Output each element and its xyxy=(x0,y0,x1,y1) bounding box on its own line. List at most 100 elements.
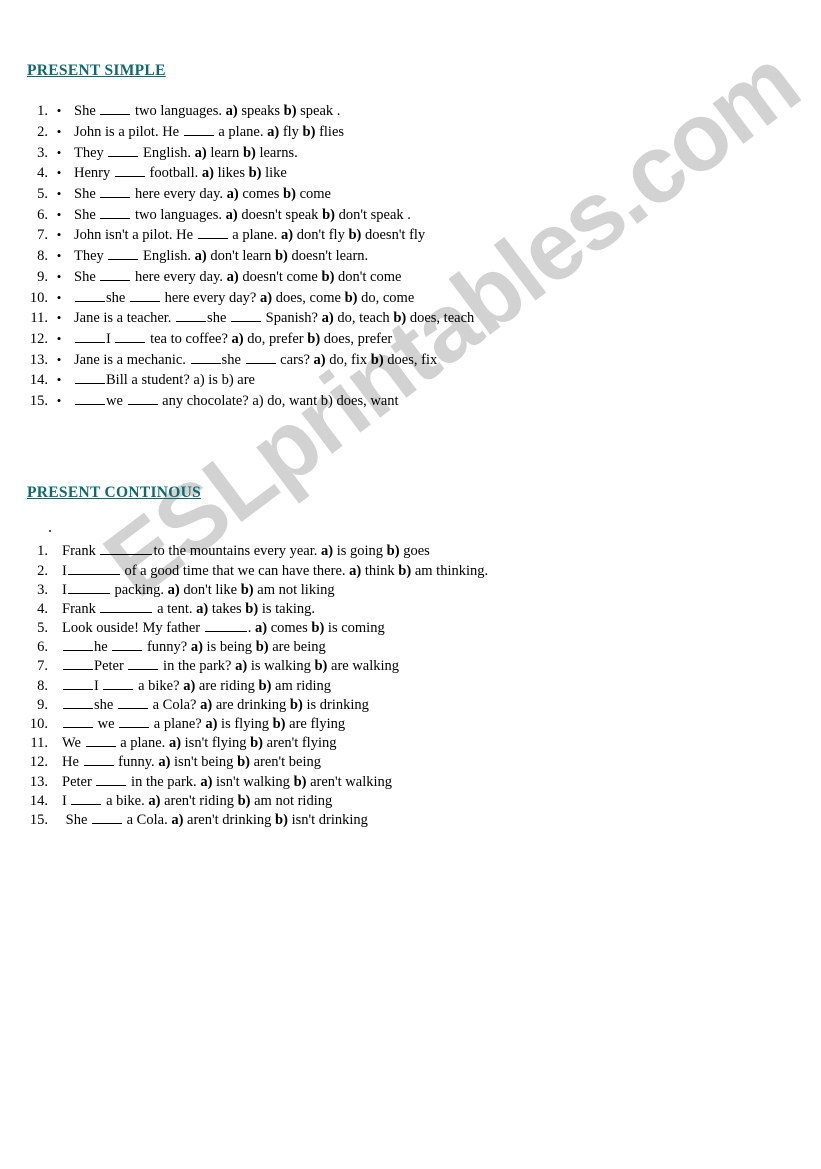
answer-blank[interactable] xyxy=(204,618,247,633)
question-number: 13. xyxy=(29,351,48,368)
option-marker: a) xyxy=(190,639,203,656)
answer-blank[interactable] xyxy=(129,287,160,302)
answer-blank[interactable] xyxy=(100,184,131,199)
option-marker: b) xyxy=(321,268,335,285)
option-marker: a) xyxy=(226,268,239,285)
answer-blank[interactable] xyxy=(115,329,146,343)
answer-blank[interactable] xyxy=(100,599,153,613)
answer-blank[interactable] xyxy=(71,790,102,805)
option-marker: a) xyxy=(226,186,239,203)
option-marker: b) xyxy=(258,677,272,694)
option-marker: b) xyxy=(272,716,286,733)
answer-blank[interactable] xyxy=(100,541,153,556)
option-marker: a) xyxy=(255,620,268,637)
question-body: she here every day? a) does, come b) do,… xyxy=(74,290,414,306)
option-marker: b) xyxy=(237,754,250,771)
question-text-fragment: is coming xyxy=(324,620,385,637)
answer-blank[interactable] xyxy=(231,308,262,323)
option-marker: b) xyxy=(314,658,328,675)
answer-blank[interactable] xyxy=(63,656,93,671)
question-text-fragment: here every day. xyxy=(131,186,227,203)
option-marker: a) xyxy=(231,330,244,347)
answer-blank[interactable] xyxy=(127,391,158,405)
answer-blank[interactable] xyxy=(75,287,105,302)
question-body: Jane is a teacher. she Spanish? a) do, t… xyxy=(74,310,474,326)
answer-blank[interactable] xyxy=(85,733,116,748)
question-item: 10. we a plane? a) is flying b) are flyi… xyxy=(0,714,488,733)
question-body: Look ouside! My father . a) comes b) is … xyxy=(62,620,385,636)
question-text-fragment: Jane is a teacher. xyxy=(74,310,176,327)
question-text-fragment: I xyxy=(94,677,103,694)
question-text-fragment: are drinking xyxy=(212,696,290,713)
question-item: 12. • I tea to coffee? a) do, prefer b) do… xyxy=(0,329,474,350)
bullet-icon: • xyxy=(56,144,62,160)
answer-blank[interactable] xyxy=(92,810,122,824)
question-text-fragment: aren't drinking xyxy=(183,811,276,828)
question-body: I a bike. a) aren't riding b) am not rid… xyxy=(62,793,332,809)
question-text-fragment: do, teach xyxy=(333,310,394,327)
question-body: She two languages. a) speaks b) speak . xyxy=(74,103,340,119)
question-text-fragment: am riding xyxy=(271,677,332,694)
question-number: 6. xyxy=(37,639,48,656)
question-number: 8. xyxy=(37,248,48,265)
answer-blank[interactable] xyxy=(190,349,221,364)
question-text-fragment: don't learn xyxy=(206,248,275,265)
answer-blank[interactable] xyxy=(63,675,93,690)
question-text-fragment: Jane is a mechanic. xyxy=(74,351,190,368)
answer-blank[interactable] xyxy=(128,656,159,671)
question-item: 14. • Bill a student? a) is b) are xyxy=(0,370,474,391)
answer-blank[interactable] xyxy=(75,329,105,343)
question-text-fragment: John is a pilot. He xyxy=(74,124,183,141)
question-body: I packing. a) don't like b) am not likin… xyxy=(62,582,335,598)
question-text-fragment: don't fly xyxy=(293,227,349,244)
question-number: 6. xyxy=(37,206,48,223)
option-marker: a) xyxy=(194,144,207,161)
question-text-fragment: I xyxy=(62,792,71,809)
question-text-fragment: I xyxy=(62,562,67,579)
question-item: 8. I a bike? a) are riding b) am riding xyxy=(0,675,488,694)
question-text-fragment: doesn't learn. xyxy=(287,248,369,265)
question-text-fragment: We xyxy=(62,735,85,752)
option-marker: b) xyxy=(302,124,316,141)
question-item: 15. • we any chocolate? a) do, want b) doe… xyxy=(0,391,474,412)
bullet-icon: • xyxy=(56,268,62,284)
answer-blank[interactable] xyxy=(63,637,93,652)
answer-blank[interactable] xyxy=(108,142,139,157)
option-marker: a) xyxy=(260,289,273,306)
section-heading-present-simple: PRESENT SIMPLE xyxy=(27,62,166,79)
answer-blank[interactable] xyxy=(83,752,114,767)
question-number: 15. xyxy=(29,392,48,409)
answer-blank[interactable] xyxy=(108,246,139,261)
question-text-fragment: am not riding xyxy=(250,792,333,809)
answer-blank[interactable] xyxy=(112,637,143,652)
answer-blank[interactable] xyxy=(67,579,110,594)
answer-blank[interactable] xyxy=(100,204,131,219)
answer-blank[interactable] xyxy=(117,695,148,709)
answer-blank[interactable] xyxy=(119,714,150,729)
question-text-fragment: a bike. xyxy=(102,792,149,809)
answer-blank[interactable] xyxy=(103,675,134,690)
answer-blank[interactable] xyxy=(75,391,105,405)
question-item: 7. Peter in the park? a) is walking b) ar… xyxy=(0,656,488,675)
question-text-fragment: aren't being xyxy=(249,754,322,771)
option-marker: b) xyxy=(274,248,288,265)
answer-blank[interactable] xyxy=(100,267,131,281)
answer-blank[interactable] xyxy=(96,771,127,786)
question-text-fragment: a plane. xyxy=(214,124,268,141)
question-body: She here every day. a) comes b) come xyxy=(74,186,331,202)
question-text-fragment: we xyxy=(94,716,119,733)
answer-blank[interactable] xyxy=(63,714,93,729)
answer-blank[interactable] xyxy=(67,560,120,575)
answer-blank[interactable] xyxy=(176,308,207,323)
answer-blank[interactable] xyxy=(183,122,214,137)
answer-blank[interactable] xyxy=(100,101,131,116)
answer-blank[interactable] xyxy=(114,163,145,178)
answer-blank[interactable] xyxy=(63,695,93,709)
answer-blank[interactable] xyxy=(245,349,276,364)
question-text-fragment: flies xyxy=(315,124,345,141)
question-body: Frank to the mountains every year. a) is… xyxy=(62,543,430,559)
bullet-icon: • xyxy=(56,103,62,119)
answer-blank[interactable] xyxy=(75,370,105,385)
answer-blank[interactable] xyxy=(197,225,228,240)
question-body: She two languages. a) doesn't speak b) d… xyxy=(74,207,411,223)
